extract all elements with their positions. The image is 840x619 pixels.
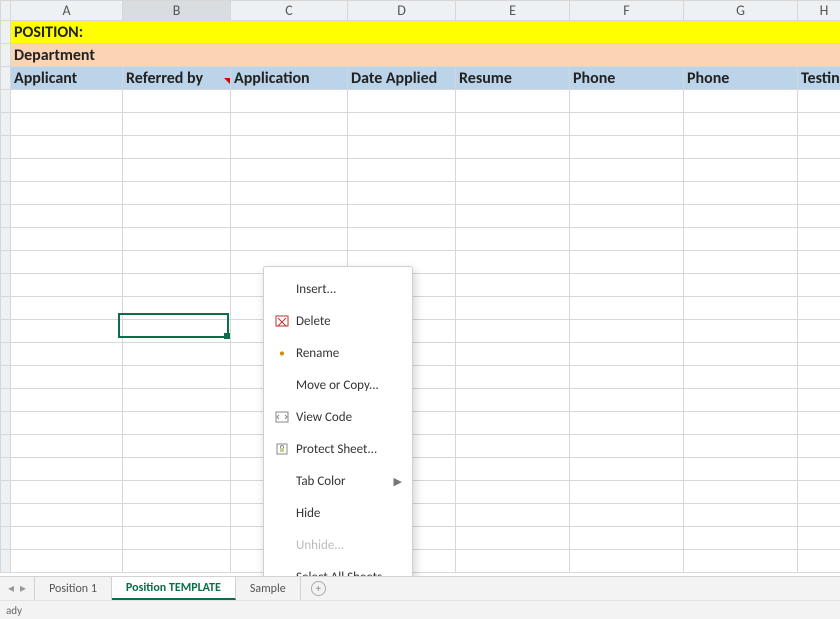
table-row[interactable] xyxy=(1,550,840,573)
table-row[interactable] xyxy=(1,159,840,182)
menu-rename-label: Rename xyxy=(292,346,402,361)
menu-tab-color-label: Tab Color xyxy=(292,474,394,489)
tab-next-icon[interactable]: ▸ xyxy=(20,581,26,596)
select-all-corner[interactable] xyxy=(1,1,11,21)
row-2[interactable]: Department xyxy=(1,44,840,67)
spreadsheet-grid[interactable]: A B C D E F G H POSITION: Department App… xyxy=(0,0,840,576)
hdr-resume[interactable]: Resume xyxy=(456,67,570,90)
status-bar: ady xyxy=(0,600,840,619)
col-header-A[interactable]: A xyxy=(11,1,123,21)
menu-protect-sheet-label: Protect Sheet... xyxy=(292,442,402,457)
tab-nav-buttons: ◂ ▸ xyxy=(0,577,35,600)
comment-indicator-icon xyxy=(224,78,230,84)
menu-delete-label: Delete xyxy=(292,314,402,329)
table-row[interactable] xyxy=(1,458,840,481)
sheet-tab-position-template[interactable]: Position TEMPLATE xyxy=(112,577,236,600)
sheet-tab-sample[interactable]: Sample xyxy=(236,577,301,600)
col-header-H[interactable]: H xyxy=(798,1,840,21)
row-1[interactable]: POSITION: xyxy=(1,21,840,44)
hdr-application[interactable]: Application xyxy=(231,67,348,90)
sheet-tab-position-1[interactable]: Position 1 xyxy=(35,577,112,600)
sheet-tab-context-menu: Insert... Delete ● Rename Move or Copy..… xyxy=(263,266,413,576)
new-sheet-button[interactable]: + xyxy=(301,577,336,600)
col-header-G[interactable]: G xyxy=(684,1,798,21)
table-row[interactable] xyxy=(1,435,840,458)
menu-move-copy-label: Move or Copy... xyxy=(292,378,402,393)
cell-department[interactable]: Department xyxy=(11,44,840,67)
table-row[interactable] xyxy=(1,251,840,274)
menu-delete[interactable]: Delete xyxy=(264,305,412,337)
table-row[interactable] xyxy=(1,343,840,366)
menu-hide-label: Hide xyxy=(292,506,402,521)
col-header-C[interactable]: C xyxy=(231,1,348,21)
cell-position[interactable]: POSITION: xyxy=(11,21,840,44)
delete-icon xyxy=(272,314,292,328)
menu-insert-label: Insert... xyxy=(292,282,402,297)
row-3[interactable]: Applicant Referred by Application Date A… xyxy=(1,67,840,90)
lock-icon xyxy=(272,442,292,456)
menu-view-code-label: View Code xyxy=(292,410,402,425)
table-row[interactable] xyxy=(1,481,840,504)
table-row[interactable] xyxy=(1,228,840,251)
menu-unhide-label: Unhide... xyxy=(292,538,402,553)
hdr-applicant[interactable]: Applicant xyxy=(11,67,123,90)
table-row[interactable] xyxy=(1,274,840,297)
menu-rename[interactable]: ● Rename xyxy=(264,337,412,369)
menu-unhide: Unhide... xyxy=(264,529,412,561)
hdr-date-applied[interactable]: Date Applied xyxy=(348,67,456,90)
table-row[interactable] xyxy=(1,113,840,136)
menu-select-all-sheets[interactable]: Select All Sheets xyxy=(264,561,412,576)
table-row[interactable] xyxy=(1,90,840,113)
table-row[interactable] xyxy=(1,527,840,550)
table-row[interactable] xyxy=(1,205,840,228)
table-row[interactable] xyxy=(1,412,840,435)
hdr-phone-1[interactable]: Phone xyxy=(570,67,684,90)
menu-protect-sheet[interactable]: Protect Sheet... xyxy=(264,433,412,465)
table-row[interactable] xyxy=(1,182,840,205)
rename-icon: ● xyxy=(272,348,292,359)
hdr-phone-2[interactable]: Phone xyxy=(684,67,798,90)
table-row[interactable] xyxy=(1,320,840,343)
code-icon xyxy=(272,411,292,423)
status-text: ady xyxy=(6,604,22,617)
col-header-D[interactable]: D xyxy=(348,1,456,21)
plus-icon: + xyxy=(311,581,326,596)
menu-move-copy[interactable]: Move or Copy... xyxy=(264,369,412,401)
hdr-testing[interactable]: Testing xyxy=(798,67,840,90)
hdr-referred-by[interactable]: Referred by xyxy=(123,67,231,90)
menu-view-code[interactable]: View Code xyxy=(264,401,412,433)
menu-tab-color[interactable]: Tab Color ▶ xyxy=(264,465,412,497)
col-header-F[interactable]: F xyxy=(570,1,684,21)
sheet-tab-strip: ◂ ▸ Position 1 Position TEMPLATE Sample … xyxy=(0,576,840,600)
table-row[interactable] xyxy=(1,297,840,320)
tab-prev-icon[interactable]: ◂ xyxy=(8,581,14,596)
menu-hide[interactable]: Hide xyxy=(264,497,412,529)
menu-insert[interactable]: Insert... xyxy=(264,273,412,305)
table-row[interactable] xyxy=(1,504,840,527)
col-header-B[interactable]: B xyxy=(123,1,231,21)
table-row[interactable] xyxy=(1,389,840,412)
table-row[interactable] xyxy=(1,136,840,159)
col-header-E[interactable]: E xyxy=(456,1,570,21)
table-row[interactable] xyxy=(1,366,840,389)
chevron-right-icon: ▶ xyxy=(394,475,402,488)
column-header-row: A B C D E F G H xyxy=(1,1,840,21)
